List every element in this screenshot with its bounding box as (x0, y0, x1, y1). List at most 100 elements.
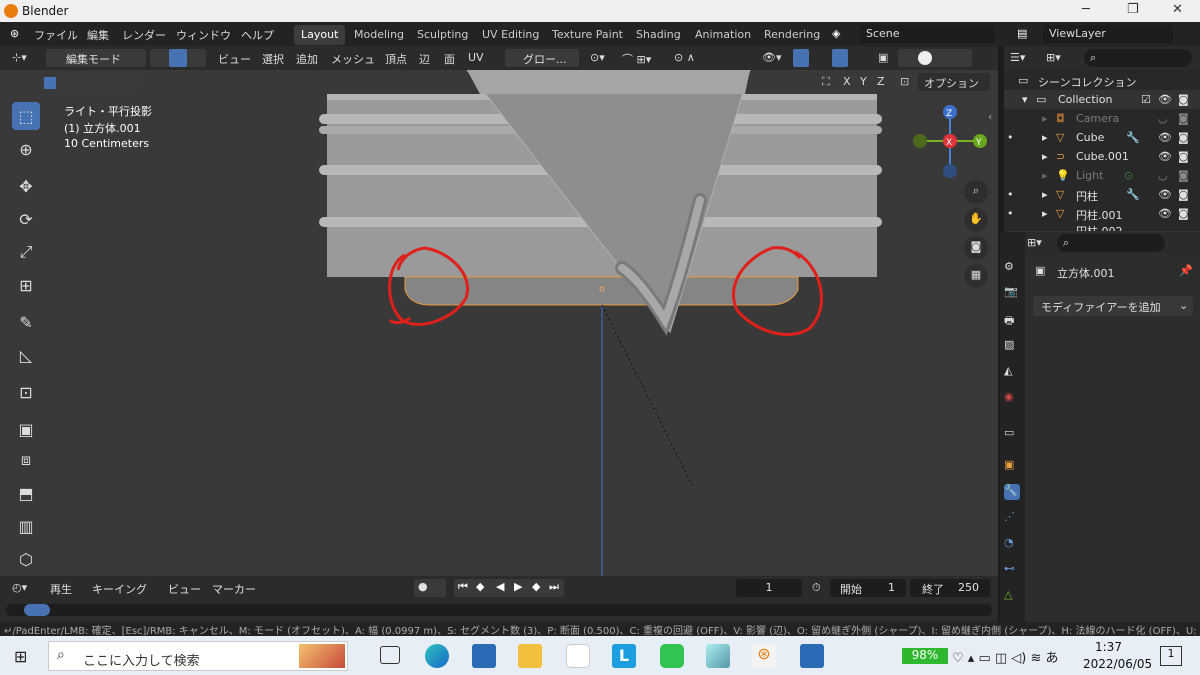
menu-face[interactable]: 面 (444, 51, 455, 67)
view-layer-field[interactable]: ViewLayer (1043, 25, 1173, 43)
outliner-item[interactable]: • ▸ ▽ 円柱.001 👁 ◙ (1004, 204, 1200, 223)
object-tab-icon[interactable]: ▣ (1004, 458, 1020, 474)
zoom-icon[interactable]: ⌕ (964, 180, 988, 204)
view-layer-icon[interactable]: ▤ (1017, 27, 1027, 40)
outliner-item[interactable]: • ▸ ▽ 円柱 🔧 👁 ◙ (1004, 185, 1200, 204)
camera-render-icon[interactable]: ◙ (1178, 93, 1189, 106)
current-frame-field[interactable]: 1 (736, 579, 802, 597)
collection-row[interactable]: ▾ ▭ Collection ☑ 👁 ◙ (1004, 90, 1200, 109)
eye-icon[interactable]: 👁 (1158, 188, 1172, 201)
output-tab-icon[interactable]: 🖶 (1004, 312, 1020, 328)
transform-orientation-dropdown[interactable]: グロー... (505, 49, 579, 67)
playhead[interactable] (24, 604, 50, 616)
snap-icon[interactable]: ⌒ ⊞▾ (622, 51, 651, 67)
menu-vertex[interactable]: 頂点 (385, 51, 407, 67)
chevron-right-icon[interactable]: ▸ (1042, 131, 1048, 144)
particles-tab-icon[interactable]: ⋰ (1004, 510, 1020, 526)
itunes-icon[interactable] (566, 644, 590, 668)
properties-type-icon[interactable]: ⊞▾ (1027, 236, 1042, 249)
outliner-item[interactable]: • ▸ ▽ Cube 🔧 👁 ◙ (1004, 128, 1200, 147)
tab-modeling[interactable]: Modeling (347, 25, 411, 45)
scene-collection-row[interactable]: ▭ シーンコレクション (1004, 71, 1200, 90)
chevron-right-icon[interactable]: ▸ (1042, 188, 1048, 201)
render-tab-icon[interactable]: 📷 (1004, 285, 1020, 301)
add-modifier-dropdown[interactable]: モディファイアーを追加 ⌄ (1033, 296, 1193, 316)
menu-add[interactable]: 追加 (296, 51, 318, 67)
eye-icon[interactable]: 👁 (1158, 93, 1172, 106)
loop-cut-tool-icon[interactable]: ▥ (12, 512, 40, 540)
jump-start-icon[interactable]: ⏮ (458, 580, 468, 594)
scale-tool-icon[interactable]: ⤢ (12, 238, 40, 266)
line-app-icon[interactable] (660, 644, 684, 668)
tab-animation[interactable]: Animation (688, 25, 758, 45)
pivot-icon[interactable]: ⊙▾ (590, 51, 605, 64)
menu-uv[interactable]: UV (468, 51, 484, 64)
extrude-tool-icon[interactable]: ▣ (12, 415, 40, 443)
select-box-modes[interactable] (42, 76, 144, 90)
menu-timeline-view[interactable]: ビュー (168, 581, 201, 597)
gizmo-neg-y-ball[interactable] (913, 134, 927, 148)
clock-date[interactable]: 2022/06/05 (1083, 657, 1152, 671)
start-frame-field[interactable]: 開始 1 (830, 579, 906, 597)
menu-edge[interactable]: 辺 (419, 51, 430, 67)
menu-marker[interactable]: マーカー (212, 581, 256, 597)
mirror-y-toggle[interactable]: Y (860, 75, 867, 88)
autoMerge-icon[interactable]: ⊡ (900, 75, 909, 88)
edge-select-button[interactable] (169, 49, 187, 67)
move-tool-icon[interactable]: ✥ (12, 172, 40, 200)
chevron-right-icon[interactable]: ▸ (1042, 169, 1048, 182)
menu-file[interactable]: ファイル (34, 27, 78, 43)
menu-mesh[interactable]: メッシュ (331, 51, 375, 67)
playback-controls[interactable]: ⏮ ◆ ◀ ▶ ◆ ⏭ (454, 579, 564, 597)
mirror-z-toggle[interactable]: Z (877, 75, 885, 88)
mirror-x-toggle[interactable]: X (843, 75, 851, 88)
ortho-toggle-icon[interactable]: ▦ (964, 264, 988, 288)
mirror-icon[interactable]: ⛶ (822, 75, 830, 89)
play-icon[interactable]: ▶ (514, 580, 522, 593)
end-frame-field[interactable]: 終了 250 (910, 579, 990, 597)
minimize-icon[interactable]: ─ (1082, 2, 1090, 17)
play-reverse-icon[interactable]: ◀ (496, 580, 504, 593)
select-new-icon[interactable] (44, 77, 56, 89)
pan-hand-icon[interactable]: ✋ (964, 208, 988, 232)
menu-render[interactable]: レンダー (122, 27, 166, 43)
eye-icon[interactable]: 👁 (1158, 131, 1172, 144)
blender-menu-icon[interactable]: ⊛ (10, 27, 19, 40)
tab-layout[interactable]: Layout (294, 25, 346, 45)
edge-browser-icon[interactable] (425, 644, 449, 668)
solid-shading-icon[interactable] (918, 51, 932, 65)
taskbar-search-input[interactable]: ⌕ ここに入力して検索 (48, 641, 348, 671)
timeline-type-icon[interactable]: ◴▾ (12, 581, 27, 594)
chevron-right-icon[interactable]: ▸ (1042, 207, 1048, 220)
clock-time[interactable]: 1:37 (1095, 640, 1122, 654)
next-keyframe-icon[interactable]: ◆ (532, 580, 540, 593)
outliner-item[interactable]: 円柱.002 (1004, 223, 1200, 231)
world-tab-icon[interactable]: ◉ (1004, 390, 1020, 406)
tab-shading[interactable]: Shading (629, 25, 688, 45)
jump-end-icon[interactable]: ⏭ (549, 580, 559, 594)
menu-select[interactable]: 選択 (262, 51, 284, 67)
stopwatch-icon[interactable]: ⏱ (812, 581, 821, 595)
file-explorer-icon[interactable] (518, 644, 542, 668)
sidebar-toggle-icon[interactable]: ‹ (988, 110, 992, 123)
scene-tab-icon[interactable]: ◭ (1004, 364, 1020, 380)
hidden-eye-icon[interactable]: ◡ (1158, 169, 1168, 182)
tab-texture-paint[interactable]: Texture Paint (545, 25, 630, 45)
menu-keying[interactable]: キーイング (92, 581, 147, 597)
view-layer-tab-icon[interactable]: ▨ (1004, 338, 1020, 354)
outliner-item[interactable]: ▸ ⊃ Cube.001 👁 ◙ (1004, 147, 1200, 166)
add-cube-tool-icon[interactable]: ⊡ (12, 378, 40, 406)
photos-icon[interactable] (800, 644, 824, 668)
modifier-tab-icon[interactable]: 🔧 (1004, 484, 1020, 500)
gizmo-toggle-icon[interactable] (793, 49, 809, 67)
mode-dropdown[interactable]: 編集モード (46, 49, 146, 67)
data-tab-icon[interactable]: △ (1004, 588, 1020, 604)
properties-search-input[interactable]: ⌕ (1057, 234, 1165, 252)
close-icon[interactable]: ✕ (1172, 2, 1183, 17)
collection-tab-icon[interactable]: ▭ (1004, 426, 1020, 442)
camera-render-icon[interactable]: ◙ (1178, 188, 1189, 201)
proportional-edit-icon[interactable]: ⊙ ∧ (674, 51, 695, 64)
notification-icon[interactable]: 1 (1160, 646, 1182, 666)
outliner-filter-icon[interactable]: ⊞▾ (1046, 51, 1061, 64)
outliner-type-icon[interactable]: ☰▾ (1010, 51, 1025, 64)
